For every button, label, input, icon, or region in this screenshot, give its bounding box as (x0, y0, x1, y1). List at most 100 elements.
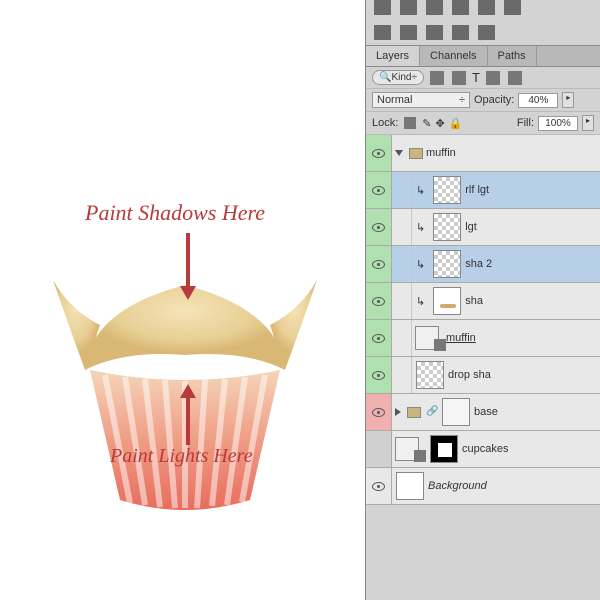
link-icon: 🔗 (426, 406, 436, 418)
blend-mode-select[interactable]: Normal÷ (372, 92, 470, 108)
adj-icon[interactable] (478, 25, 495, 40)
document-canvas: Paint Shadows Here Paint Lights Here (0, 0, 365, 600)
lock-row: Lock: ✎ ✥ 🔒 Fill: 100% ▸ (366, 112, 600, 135)
clip-icon: ↳ (416, 221, 425, 234)
layer-muffin-smart[interactable]: muffin (366, 320, 600, 357)
visibility-toggle[interactable] (366, 431, 392, 467)
tab-layers[interactable]: Layers (366, 46, 420, 66)
arrowhead-down (180, 286, 196, 300)
layer-group-muffin[interactable]: muffin (366, 135, 600, 172)
layer-thumb[interactable] (433, 287, 461, 315)
eye-icon (372, 260, 385, 269)
opacity-input[interactable]: 40% (518, 93, 558, 108)
layer-sha2[interactable]: ↳ sha 2 (366, 246, 600, 283)
visibility-toggle[interactable] (366, 135, 392, 171)
layer-label: muffin (446, 332, 476, 344)
folder-icon (407, 407, 421, 418)
adj-icon[interactable] (400, 25, 417, 40)
filter-adj-icon[interactable] (452, 71, 466, 85)
adj-icon[interactable] (374, 25, 391, 40)
mask-thumb[interactable] (442, 398, 470, 426)
layer-label: muffin (426, 147, 456, 159)
fill-stepper[interactable]: ▸ (582, 115, 594, 131)
adj-icon[interactable] (400, 0, 417, 15)
visibility-toggle[interactable] (366, 468, 392, 504)
adj-icon[interactable] (374, 0, 391, 15)
filter-pixel-icon[interactable] (430, 71, 444, 85)
adj-icon[interactable] (452, 25, 469, 40)
layer-group-base[interactable]: 🔗 base (366, 394, 600, 431)
visibility-toggle[interactable] (366, 320, 392, 356)
visibility-toggle[interactable] (366, 246, 392, 282)
layer-thumb[interactable] (396, 472, 424, 500)
opacity-stepper[interactable]: ▸ (562, 92, 574, 108)
folder-icon (409, 148, 423, 159)
lock-move-icon[interactable]: ✥ (436, 117, 445, 130)
layer-label: cupcakes (462, 443, 508, 455)
filter-type-icon[interactable]: T (472, 70, 480, 85)
layer-label: sha (465, 295, 483, 307)
clip-icon: ↳ (416, 295, 425, 308)
annotation-lights: Paint Lights Here (110, 445, 253, 468)
layer-label: Background (428, 480, 487, 492)
visibility-toggle[interactable] (366, 172, 392, 208)
eye-icon (372, 223, 385, 232)
adj-icon[interactable] (504, 0, 521, 15)
visibility-toggle[interactable] (366, 394, 392, 430)
adj-icon[interactable] (426, 0, 443, 15)
panels-sidebar: Layers Channels Paths 🔍 Kind ÷ T Normal÷… (365, 0, 600, 600)
kind-label: Kind (391, 72, 411, 83)
arrow-up (186, 397, 190, 445)
eye-icon (372, 371, 385, 380)
filter-smart-icon[interactable] (508, 71, 522, 85)
adj-icon[interactable] (426, 25, 443, 40)
tab-paths[interactable]: Paths (488, 46, 537, 66)
opacity-label: Opacity: (474, 94, 514, 106)
eye-icon (372, 149, 385, 158)
annotation-shadows: Paint Shadows Here (85, 200, 265, 226)
layer-rlf-lgt[interactable]: ↳ rlf lgt (366, 172, 600, 209)
visibility-toggle[interactable] (366, 357, 392, 393)
clip-icon: ↳ (416, 258, 425, 271)
layer-sha[interactable]: ↳ sha (366, 283, 600, 320)
lock-all-icon[interactable]: 🔒 (449, 117, 463, 130)
lock-label: Lock: (372, 117, 398, 129)
tab-channels[interactable]: Channels (420, 46, 487, 66)
layer-cupcakes[interactable]: cupcakes (366, 431, 600, 468)
smart-badge-icon (414, 450, 426, 462)
disclosure-icon[interactable] (395, 408, 401, 416)
adj-icon[interactable] (452, 0, 469, 15)
filter-row: 🔍 Kind ÷ T (366, 67, 600, 89)
layer-thumb[interactable] (416, 361, 444, 389)
arrow-down (186, 233, 190, 288)
layer-thumb[interactable] (433, 176, 461, 204)
lock-transparent-icon[interactable] (404, 117, 416, 129)
blend-row: Normal÷ Opacity: 40% ▸ (366, 89, 600, 112)
layer-mask-thumb[interactable] (430, 435, 458, 463)
layer-label: lgt (465, 221, 477, 233)
visibility-toggle[interactable] (366, 209, 392, 245)
filter-kind[interactable]: 🔍 Kind ÷ (372, 70, 424, 85)
visibility-toggle[interactable] (366, 283, 392, 319)
layer-label: rlf lgt (465, 184, 489, 196)
layer-label: base (474, 406, 498, 418)
adj-icon[interactable] (478, 0, 495, 15)
filter-shape-icon[interactable] (486, 71, 500, 85)
layer-label: sha 2 (465, 258, 492, 270)
lock-brush-icon[interactable]: ✎ (422, 117, 431, 130)
eye-icon (372, 334, 385, 343)
layer-drop-sha[interactable]: drop sha (366, 357, 600, 394)
layer-thumb[interactable] (433, 213, 461, 241)
layer-thumb[interactable] (433, 250, 461, 278)
layer-label: drop sha (448, 369, 491, 381)
eye-icon (372, 186, 385, 195)
panel-tabs: Layers Channels Paths (366, 45, 600, 67)
fill-input[interactable]: 100% (538, 116, 578, 131)
smart-badge-icon (434, 339, 446, 351)
disclosure-icon[interactable] (395, 150, 403, 156)
layer-background[interactable]: Background (366, 468, 600, 505)
layer-lgt[interactable]: ↳ lgt (366, 209, 600, 246)
adjustment-row-2 (366, 20, 600, 45)
adjustment-row-1 (366, 0, 600, 20)
eye-icon (372, 408, 385, 417)
